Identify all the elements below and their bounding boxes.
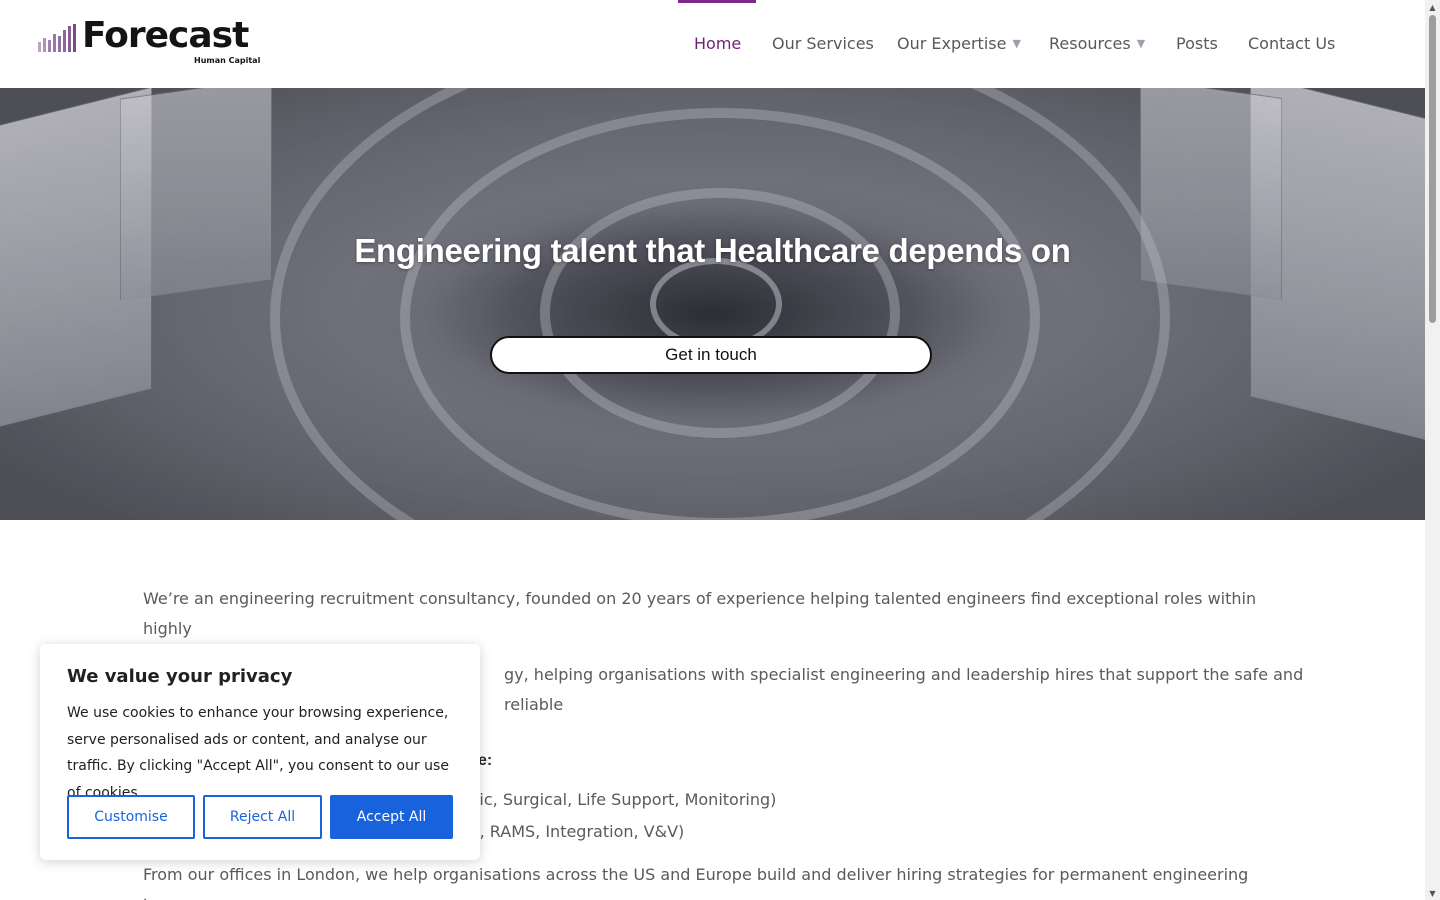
nav-home-label: Home (694, 34, 742, 53)
scroll-up-arrow-icon[interactable]: ▲ (1425, 0, 1440, 14)
logo-wordmark: Forecast (82, 15, 249, 56)
hero-overlay (0, 88, 1425, 520)
nav-resources[interactable]: Resources ▼ (1049, 34, 1145, 54)
intro-line-1: We’re an engineering recruitment consult… (143, 589, 1257, 638)
nav-posts-label: Posts (1176, 34, 1218, 53)
offices-paragraph: From our offices in London, we help orga… (143, 865, 1249, 900)
get-in-touch-button[interactable]: Get in touch (490, 336, 932, 374)
nav-posts[interactable]: Posts (1176, 34, 1218, 54)
cookie-description: We use cookies to enhance your browsing … (67, 705, 449, 801)
nav-contact-us[interactable]: Contact Us (1248, 34, 1335, 54)
nav-home[interactable]: Home (694, 34, 741, 54)
chevron-down-icon: ▼ (1136, 37, 1146, 50)
nav-resources-label: Resources (1049, 34, 1131, 53)
hero-title: Engineering talent that Healthcare depen… (354, 232, 1071, 269)
nav-contact-us-label: Contact Us (1248, 34, 1336, 53)
scroll-down-arrow-icon[interactable]: ▼ (1425, 886, 1440, 900)
customise-button[interactable]: Customise (67, 795, 195, 839)
sector-list-item: utic, Surgical, Life Support, Monitoring… (463, 790, 777, 809)
hero-banner: Engineering talent that Healthcare depen… (0, 88, 1425, 520)
chevron-down-icon: ▼ (1012, 37, 1021, 50)
logo-subtitle: Human Capital (194, 56, 261, 65)
nav-our-services-label: Our Services (772, 34, 874, 53)
reject-all-button[interactable]: Reject All (203, 795, 322, 839)
bar-chart-logo-icon (38, 24, 78, 52)
nav-our-expertise[interactable]: Our Expertise ▼ (897, 34, 1021, 54)
nav-our-expertise-label: Our Expertise (897, 34, 1007, 53)
active-nav-indicator (678, 0, 756, 3)
page-scrollbar[interactable]: ▲ ▼ (1425, 0, 1440, 900)
nav-our-services[interactable]: Our Services (772, 34, 874, 54)
scrollbar-thumb[interactable] (1429, 15, 1436, 323)
cookie-consent-dialog: We value your privacy We use cookies to … (40, 644, 480, 860)
services-paragraph: gy, helping organisations with specialis… (504, 665, 1304, 714)
sectors-heading: e: (478, 752, 493, 769)
forecast-logo[interactable]: Forecast Human Capital (38, 15, 268, 70)
accept-all-button[interactable]: Accept All (330, 795, 453, 839)
site-header: Forecast Human Capital Home Our Services… (0, 0, 1425, 89)
sector-list-item: ts, RAMS, Integration, V&V) (465, 822, 685, 841)
cookie-title: We value your privacy (67, 666, 293, 687)
